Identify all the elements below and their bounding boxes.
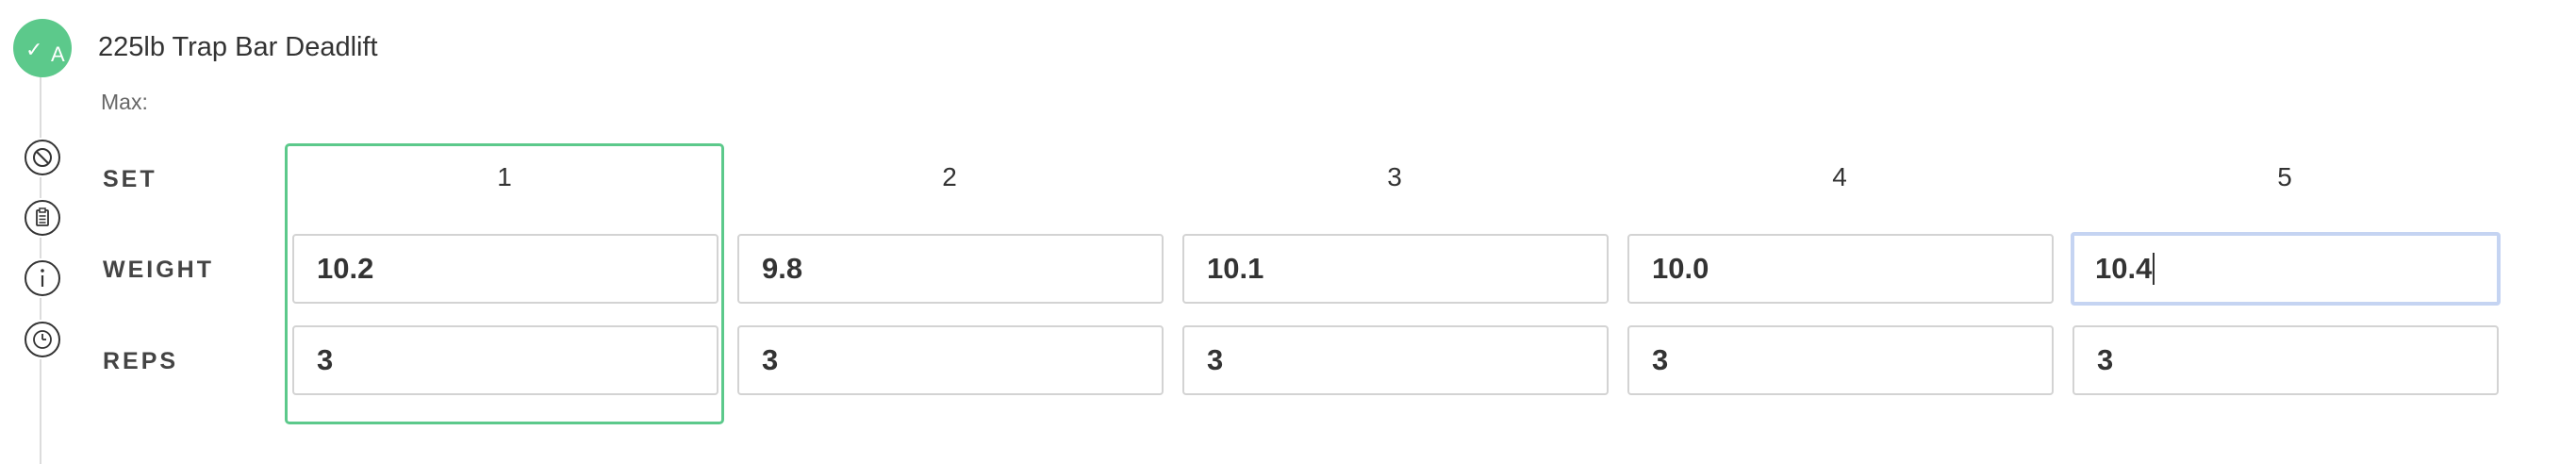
reps-value: 3 xyxy=(762,343,779,376)
set-number: 1 xyxy=(497,162,512,191)
max-label: Max: xyxy=(101,90,148,114)
set-row-label: SET xyxy=(103,166,157,192)
reps-input[interactable]: 3 xyxy=(1627,325,2054,395)
reps-value: 3 xyxy=(2097,343,2114,376)
clock-icon[interactable] xyxy=(23,320,62,359)
clipboard-icon[interactable] xyxy=(23,198,62,238)
set-number: 3 xyxy=(1387,162,1402,191)
completion-avatar[interactable]: ✓ A xyxy=(13,19,72,77)
info-icon[interactable] xyxy=(23,258,62,298)
check-icon: ✓ xyxy=(25,38,43,61)
weight-input[interactable]: 10.2 xyxy=(292,234,718,304)
set-number: 2 xyxy=(942,162,957,191)
weight-value: 10.1 xyxy=(1207,252,1264,285)
text-caret xyxy=(2153,253,2155,285)
reps-input[interactable]: 3 xyxy=(292,325,718,395)
weight-input[interactable]: 10.4 xyxy=(2071,232,2501,306)
exercise-title: 225lb Trap Bar Deadlift xyxy=(98,32,378,62)
avatar-letter: A xyxy=(51,42,65,66)
set-number: 5 xyxy=(2277,162,2292,191)
block-icon[interactable] xyxy=(23,138,62,177)
reps-row-label: REPS xyxy=(103,348,179,374)
weight-value: 10.4 xyxy=(2095,252,2153,285)
weight-row-label: WEIGHT xyxy=(103,257,214,283)
reps-value: 3 xyxy=(1207,343,1224,376)
reps-value: 3 xyxy=(1652,343,1669,376)
set-number: 4 xyxy=(1832,162,1847,191)
reps-value: 3 xyxy=(317,343,334,376)
weight-input[interactable]: 10.0 xyxy=(1627,234,2054,304)
reps-input[interactable]: 3 xyxy=(737,325,1164,395)
weight-value: 10.0 xyxy=(1652,252,1709,285)
weight-input[interactable]: 9.8 xyxy=(737,234,1164,304)
weight-value: 9.8 xyxy=(762,252,803,285)
weight-value: 10.2 xyxy=(317,252,374,285)
reps-input[interactable]: 3 xyxy=(2072,325,2499,395)
reps-input[interactable]: 3 xyxy=(1182,325,1609,395)
weight-input[interactable]: 10.1 xyxy=(1182,234,1609,304)
